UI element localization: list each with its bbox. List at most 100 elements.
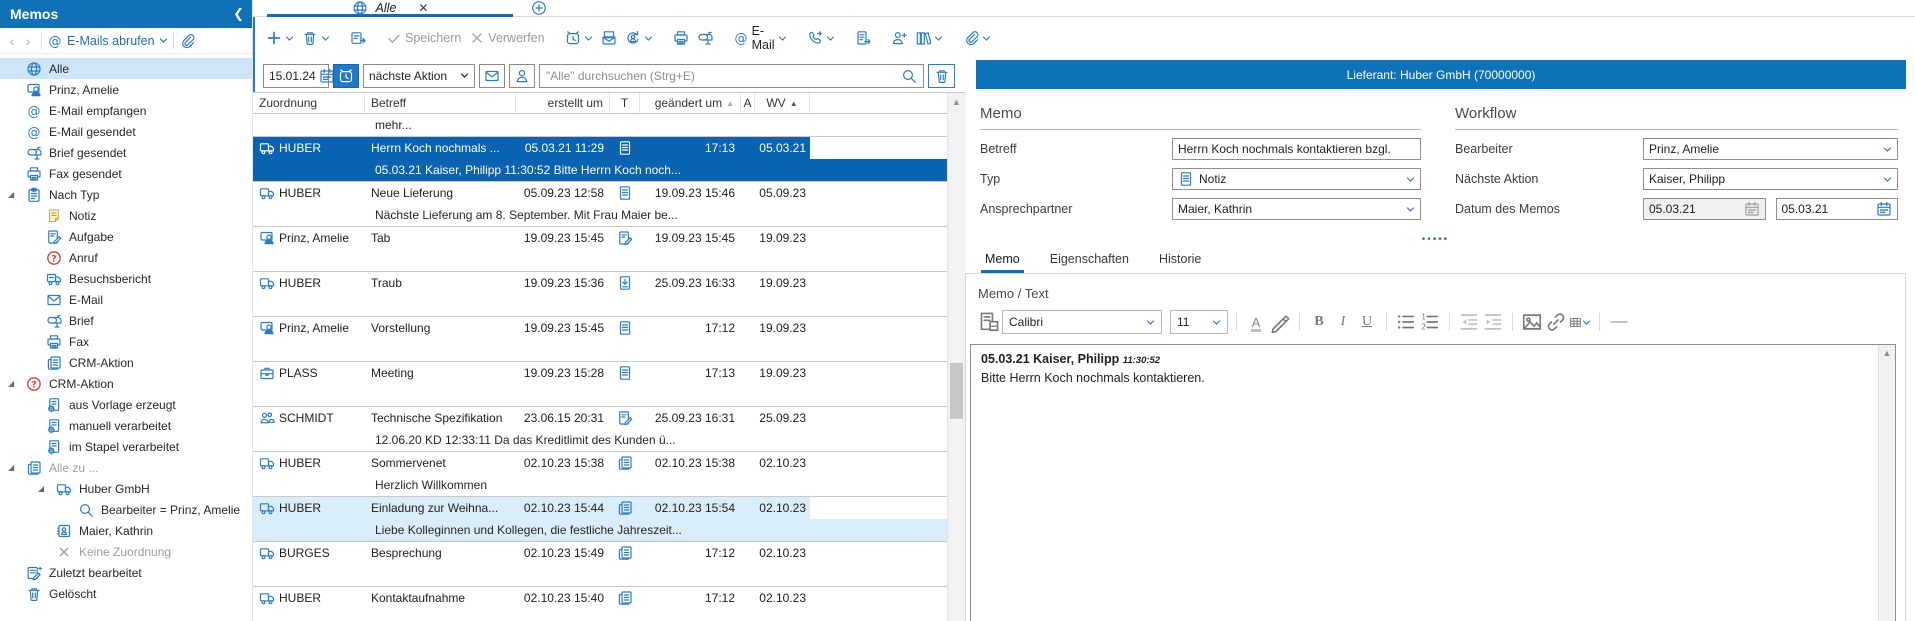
- memo-row-main[interactable]: Prinz, Amelie Tab 19.09.23 15:45 19.09.2…: [253, 227, 810, 249]
- calendar-icon[interactable]: [1876, 201, 1892, 217]
- splitter-handle[interactable]: •••••: [965, 237, 1906, 243]
- tree-expander-icon[interactable]: ◢: [38, 484, 44, 493]
- sidebar-item-prinz-amelie[interactable]: Prinz, Amelie: [0, 79, 252, 100]
- memo-row-main[interactable]: BURGES Besprechung 02.10.23 15:49 17:12 …: [253, 542, 810, 564]
- mailbox-button[interactable]: [694, 27, 716, 49]
- search-icon[interactable]: [901, 68, 917, 84]
- editor-scrollbar[interactable]: ▲: [1878, 345, 1895, 621]
- email-filter-button[interactable]: [479, 64, 505, 88]
- new-tab-button[interactable]: [531, 0, 547, 16]
- tree-expander-icon[interactable]: ◢: [8, 379, 14, 388]
- memo-row[interactable]: PLASS Meeting 19.09.23 15:28 17:13 19.09…: [253, 361, 947, 406]
- scrollbar-thumb[interactable]: [950, 363, 963, 419]
- column-header-erstellt-um[interactable]: erstellt um: [516, 93, 610, 113]
- e-mail-button[interactable]: @E-Mail: [730, 21, 790, 55]
- underline-button[interactable]: U: [1356, 311, 1378, 333]
- memo-row-main[interactable]: HUBER Kontaktaufnahme 02.10.23 15:40 17:…: [253, 587, 810, 609]
- person-add-button[interactable]: [888, 27, 910, 49]
- column-header-t[interactable]: T: [610, 93, 640, 113]
- memo-row-main[interactable]: HUBER Herrn Koch nochmals ... 05.03.21 1…: [253, 137, 810, 159]
- sidebar-item-alle[interactable]: Alle: [0, 58, 252, 79]
- alarm-button[interactable]: [562, 27, 596, 49]
- tree-expander-icon[interactable]: ◢: [8, 463, 14, 472]
- sidebar-item-im-stapel-verarbeitet[interactable]: im Stapel verarbeitet: [0, 436, 252, 457]
- sidebar-item-fax[interactable]: Fax: [0, 331, 252, 352]
- clear-filter-button[interactable]: [928, 64, 955, 88]
- paste-button[interactable]: [978, 311, 1000, 333]
- memo-row[interactable]: HUBER Herrn Koch nochmals ... 05.03.21 1…: [253, 136, 947, 181]
- memo-row-main[interactable]: SCHMIDT Technische Spezifikation 23.06.1…: [253, 407, 810, 429]
- sidebar-item-manuell-verarbeitet[interactable]: manuell verarbeitet: [0, 415, 252, 436]
- italic-button[interactable]: I: [1332, 311, 1354, 333]
- sidebar-item-e-mail-empfangen[interactable]: @E-Mail empfangen: [0, 100, 252, 121]
- memo-row[interactable]: HUBER Sommervenet 02.10.23 15:38 02.10.2…: [253, 451, 947, 496]
- back-arrow-icon[interactable]: ‹: [4, 33, 20, 49]
- doc-export-button[interactable]: [852, 27, 874, 49]
- person-redo-button[interactable]: [622, 27, 656, 49]
- action-filter-dropdown[interactable]: nächste Aktion: [363, 64, 475, 88]
- sidebar-item-nach-typ[interactable]: ◢Nach Typ: [0, 184, 252, 205]
- books-button[interactable]: [912, 27, 946, 49]
- table-button[interactable]: [1569, 311, 1591, 333]
- datum-bis-field[interactable]: 05.03.21: [1776, 198, 1899, 220]
- sidebar-item-zuletzt-bearbeitet[interactable]: Zuletzt bearbeitet: [0, 562, 252, 583]
- memo-row-main[interactable]: PLASS Meeting 19.09.23 15:28 17:13 19.09…: [253, 362, 810, 384]
- phone-button[interactable]: [804, 27, 838, 49]
- ol-button[interactable]: 12: [1419, 311, 1441, 333]
- sidebar-item-fax-gesendet[interactable]: Fax gesendet: [0, 163, 252, 184]
- fax-button[interactable]: [670, 27, 692, 49]
- highlight-button[interactable]: [1269, 311, 1291, 333]
- forward-arrow-icon[interactable]: ›: [20, 33, 36, 49]
- assign-button[interactable]: [347, 27, 369, 49]
- memo-row[interactable]: BURGES Besprechung 02.10.23 15:49 17:12 …: [253, 541, 947, 586]
- paperclip-icon[interactable]: [179, 33, 195, 49]
- bold-button[interactable]: B: [1308, 311, 1330, 333]
- memo-row[interactable]: HUBER Kontaktaufnahme 02.10.23 15:40 17:…: [253, 586, 947, 621]
- sidebar-item-anruf[interactable]: ?Anruf: [0, 247, 252, 268]
- grid-more-row[interactable]: mehr...: [253, 114, 947, 136]
- search-input[interactable]: "Alle" durchsuchen (Strg+E): [539, 64, 924, 88]
- link-button[interactable]: [1545, 311, 1567, 333]
- betreff-input[interactable]: Herrn Koch nochmals kontaktieren bzgl.: [1172, 138, 1421, 160]
- close-tab-icon[interactable]: ✕: [418, 1, 428, 15]
- sidebar-item-crm-aktion[interactable]: CRM-Aktion: [0, 352, 252, 373]
- sidebar-item-brief-gesendet[interactable]: Brief gesendet: [0, 142, 252, 163]
- memo-row-main[interactable]: HUBER Traub 19.09.23 15:36 25.09.23 16:3…: [253, 272, 810, 294]
- sidebar-item-aufgabe[interactable]: Aufgabe: [0, 226, 252, 247]
- tab-memo[interactable]: Memo: [983, 252, 1022, 273]
- memo-editor[interactable]: 05.03.21 Kaiser, Philipp 11:30:52 Bitte …: [970, 344, 1896, 621]
- sidebar-item-bearbeiter-prinz-amelie[interactable]: Bearbeiter = Prinz, Amelie: [0, 499, 252, 520]
- print-mail-button[interactable]: [598, 27, 620, 49]
- scroll-up-icon[interactable]: ▲: [1883, 345, 1892, 361]
- naechste-aktion-dropdown[interactable]: Kaiser, Philipp: [1643, 168, 1898, 190]
- image-button[interactable]: [1521, 311, 1543, 333]
- scroll-up-icon[interactable]: ▲: [948, 93, 965, 110]
- sidebar-item-gelöscht[interactable]: Gelöscht: [0, 583, 252, 604]
- sidebar-item-alle-zu[interactable]: ◢Alle zu ...: [0, 457, 252, 478]
- ansprechpartner-dropdown[interactable]: Maier, Kathrin: [1172, 198, 1421, 220]
- trash-button[interactable]: [299, 27, 333, 49]
- date-filter-field[interactable]: 15.01.24: [263, 64, 329, 88]
- memo-row-main[interactable]: HUBER Neue Lieferung 05.09.23 12:58 19.0…: [253, 182, 810, 204]
- memo-row[interactable]: HUBER Traub 19.09.23 15:36 25.09.23 16:3…: [253, 271, 947, 316]
- ul-button[interactable]: [1395, 311, 1417, 333]
- bearbeiter-dropdown[interactable]: Prinz, Amelie: [1643, 138, 1898, 160]
- sidebar-item-keine-zuordnung[interactable]: Keine Zuordnung: [0, 541, 252, 562]
- typ-dropdown[interactable]: Notiz: [1172, 168, 1421, 190]
- memo-row[interactable]: HUBER Neue Lieferung 05.09.23 12:58 19.0…: [253, 181, 947, 226]
- memo-row[interactable]: Prinz, Amelie Tab 19.09.23 15:45 19.09.2…: [253, 226, 947, 271]
- memo-row[interactable]: Prinz, Amelie Vorstellung 19.09.23 15:45…: [253, 316, 947, 361]
- paperclip-button[interactable]: [960, 27, 994, 49]
- font-size-dropdown[interactable]: 11: [1170, 310, 1228, 334]
- tree-expander-icon[interactable]: ◢: [8, 190, 14, 199]
- sidebar-item-e-mail-gesendet[interactable]: @E-Mail gesendet: [0, 121, 252, 142]
- column-header-zuordnung[interactable]: Zuordnung: [253, 93, 365, 113]
- column-header-a[interactable]: A: [741, 93, 755, 113]
- next-action-toggle-button[interactable]: [333, 64, 359, 88]
- sidebar-item-notiz[interactable]: Notiz: [0, 205, 252, 226]
- memo-row[interactable]: SCHMIDT Technische Spezifikation 23.06.1…: [253, 406, 947, 451]
- grid-scrollbar[interactable]: ▲: [947, 93, 965, 621]
- font-family-dropdown[interactable]: Calibri: [1002, 310, 1162, 334]
- memo-row[interactable]: HUBER Einladung zur Weihna... 02.10.23 1…: [253, 496, 947, 541]
- sidebar-item-crm-aktion[interactable]: ◢?CRM-Aktion: [0, 373, 252, 394]
